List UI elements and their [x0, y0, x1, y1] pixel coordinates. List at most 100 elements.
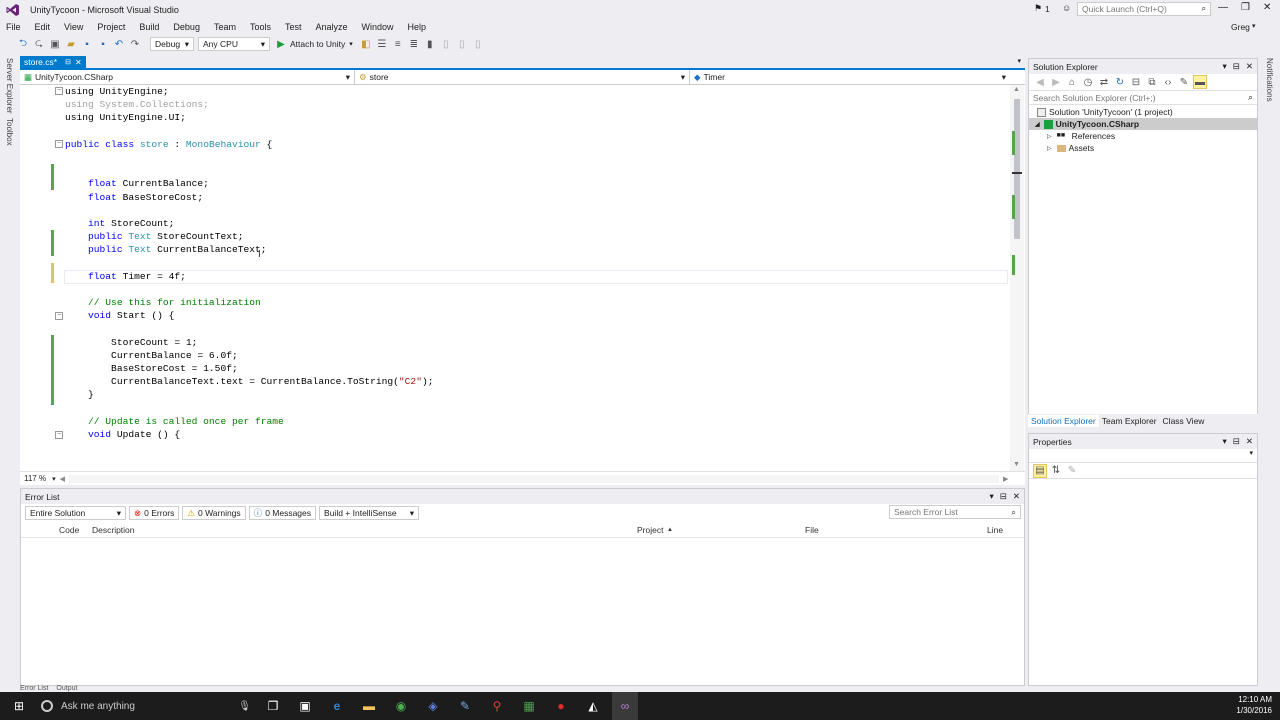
code-line[interactable]: public class store : MonoBehaviour {	[65, 138, 1010, 151]
code-line[interactable]	[65, 204, 1010, 217]
menu-help[interactable]: Help	[401, 20, 434, 34]
horizontal-scrollbar[interactable]	[69, 474, 999, 483]
scroll-up-icon[interactable]: ▲	[1013, 86, 1020, 93]
code-editor[interactable]: − − − − using UnityEngine; using System.C…	[20, 85, 1025, 471]
unity-icon[interactable]: ◭	[584, 697, 602, 715]
menu-project[interactable]: Project	[90, 20, 132, 34]
code-line[interactable]: }	[65, 388, 1010, 401]
property-pages-icon[interactable]: ✎	[1065, 464, 1079, 478]
collapse-toggle[interactable]: −	[55, 87, 63, 95]
undo-icon[interactable]: ↶	[112, 37, 126, 51]
error-search-input[interactable]: Search Error List ⌕	[889, 505, 1021, 519]
quick-launch-input[interactable]: Quick Launch (Ctrl+Q) ⌕	[1077, 2, 1211, 16]
scroll-left-icon[interactable]: ◀	[60, 475, 65, 483]
properties-icon[interactable]: ✎	[1177, 75, 1191, 89]
menu-file[interactable]: File	[0, 20, 28, 34]
chevron-down-icon[interactable]: ▾	[349, 40, 353, 48]
close-icon[interactable]: ✕	[1013, 491, 1020, 502]
chrome-icon[interactable]: ◉	[392, 697, 410, 715]
save-all-icon[interactable]: ▪	[96, 37, 110, 51]
code-line[interactable]: void Start () {	[65, 309, 1010, 322]
refresh-icon[interactable]: ↻	[1113, 75, 1127, 89]
system-clock[interactable]: 12:10 AM 1/30/2016	[1236, 694, 1272, 716]
feedback-icon[interactable]: ☺	[1062, 3, 1071, 13]
member-dropdown[interactable]: ◆ Timer ▾	[690, 70, 1010, 84]
unity-app-icon[interactable]: ◈	[424, 697, 442, 715]
collapse-toggle[interactable]: −	[55, 312, 63, 320]
code-line[interactable]	[65, 256, 1010, 269]
expand-arrow-icon[interactable]: ▷	[1047, 145, 1052, 152]
code-line[interactable]	[65, 402, 1010, 415]
back-icon[interactable]: ◀	[1033, 75, 1047, 89]
tab-class-view[interactable]: Class View	[1160, 415, 1208, 427]
user-chevron-icon[interactable]: ▾	[1252, 22, 1256, 30]
menu-analyze[interactable]: Analyze	[309, 20, 355, 34]
bookmark-icon[interactable]: ▮	[423, 37, 437, 51]
close-icon[interactable]: ✕	[1246, 61, 1253, 72]
warnings-filter-button[interactable]: ⚠ 0 Warnings	[182, 506, 246, 520]
pin-icon[interactable]: ⊟	[1000, 491, 1007, 502]
alphabetical-icon[interactable]: ⇅	[1049, 464, 1063, 478]
code-line[interactable]	[65, 125, 1010, 138]
pin-icon[interactable]: ⊟	[65, 58, 71, 66]
pin-icon[interactable]: ⊟	[1233, 61, 1240, 72]
play-icon[interactable]: ▶	[274, 37, 288, 51]
home-icon[interactable]: ⌂	[1065, 75, 1079, 89]
close-icon[interactable]: ✕	[1246, 436, 1253, 447]
expand-arrow-icon[interactable]: ◢	[1035, 121, 1040, 128]
view-code-icon[interactable]: ‹›	[1161, 75, 1175, 89]
code-line[interactable]: int StoreCount;	[65, 217, 1010, 230]
tree-item-assets[interactable]: ▷ Assets	[1029, 142, 1257, 154]
menu-debug[interactable]: Debug	[166, 20, 207, 34]
code-line[interactable]	[65, 283, 1010, 296]
categorized-icon[interactable]: ▤	[1033, 463, 1047, 478]
menu-team[interactable]: Team	[207, 20, 243, 34]
document-tab-store[interactable]: store.cs* ⊟ ✕	[20, 55, 86, 69]
solution-configuration-select[interactable]: Debug ▾	[150, 37, 194, 51]
collapse-toggle[interactable]: −	[55, 140, 63, 148]
solution-search-input[interactable]: Search Solution Explorer (Ctrl+;) ⌕	[1029, 90, 1257, 105]
column-code[interactable]: Code	[59, 525, 79, 535]
task-view-icon[interactable]: ❐	[264, 697, 282, 715]
code-line[interactable]: // Use this for initialization	[65, 296, 1010, 309]
save-icon[interactable]: ▪	[80, 37, 94, 51]
edge-icon[interactable]: e	[328, 697, 346, 715]
errors-filter-button[interactable]: ⊗ 0 Errors	[129, 506, 180, 520]
editor-vertical-scrollbar[interactable]: ▲ ▼	[1010, 85, 1024, 471]
code-line[interactable]: CurrentBalanceText.text = CurrentBalance…	[65, 375, 1010, 388]
uncomment-icon[interactable]: ≣	[407, 37, 421, 51]
menu-tools[interactable]: Tools	[243, 20, 278, 34]
tab-dropdown-icon[interactable]: ▾	[1017, 57, 1021, 65]
next-bookmark-icon[interactable]: ▯	[439, 37, 453, 51]
chevron-down-icon[interactable]: ▾	[52, 475, 56, 483]
open-file-icon[interactable]: ▰	[64, 37, 78, 51]
cortana-search-box[interactable]: Ask me anything 🎙︎	[35, 692, 257, 720]
format-icon[interactable]: ☰	[375, 37, 389, 51]
new-project-icon[interactable]: ▣	[48, 37, 62, 51]
chevron-down-icon[interactable]: ▾	[989, 491, 993, 502]
navigate-forward-icon[interactable]: ⮎	[32, 37, 46, 51]
messages-filter-button[interactable]: ⓘ 0 Messages	[248, 506, 317, 520]
server-explorer-tab[interactable]: Server Explorer	[5, 58, 14, 114]
project-dropdown[interactable]: ▦ UnityTycoon.CSharp ▾	[20, 70, 355, 84]
column-description[interactable]: Description	[92, 525, 135, 535]
prev-bookmark-icon[interactable]: ▯	[455, 37, 469, 51]
microphone-icon[interactable]: 🎙︎	[238, 701, 251, 712]
paint-icon[interactable]: ✎	[456, 697, 474, 715]
code-line[interactable]: StoreCount = 1;	[65, 336, 1010, 349]
type-dropdown[interactable]: ⚙ store ▾	[355, 70, 690, 84]
maximize-button[interactable]: ❐	[1241, 2, 1250, 13]
clear-bookmarks-icon[interactable]: ▯	[471, 37, 485, 51]
notifications-flag-icon[interactable]: ⚑	[1034, 3, 1042, 14]
store-icon[interactable]: ▣	[296, 697, 314, 715]
windows-start-icon[interactable]: ⊞	[10, 697, 28, 715]
menu-build[interactable]: Build	[132, 20, 166, 34]
tab-team-explorer[interactable]: Team Explorer	[1099, 415, 1160, 427]
code-line[interactable]: CurrentBalance = 6.0f;	[65, 349, 1010, 362]
code-line[interactable]: public Text CurrentBalanceText;	[65, 243, 1010, 256]
code-line[interactable]: using UnityEngine;	[65, 85, 1010, 98]
collapse-all-icon[interactable]: ⊟	[1129, 75, 1143, 89]
column-project[interactable]: Project	[637, 525, 663, 535]
history-icon[interactable]: ◷	[1081, 75, 1095, 89]
record-icon[interactable]: ●	[552, 697, 570, 715]
